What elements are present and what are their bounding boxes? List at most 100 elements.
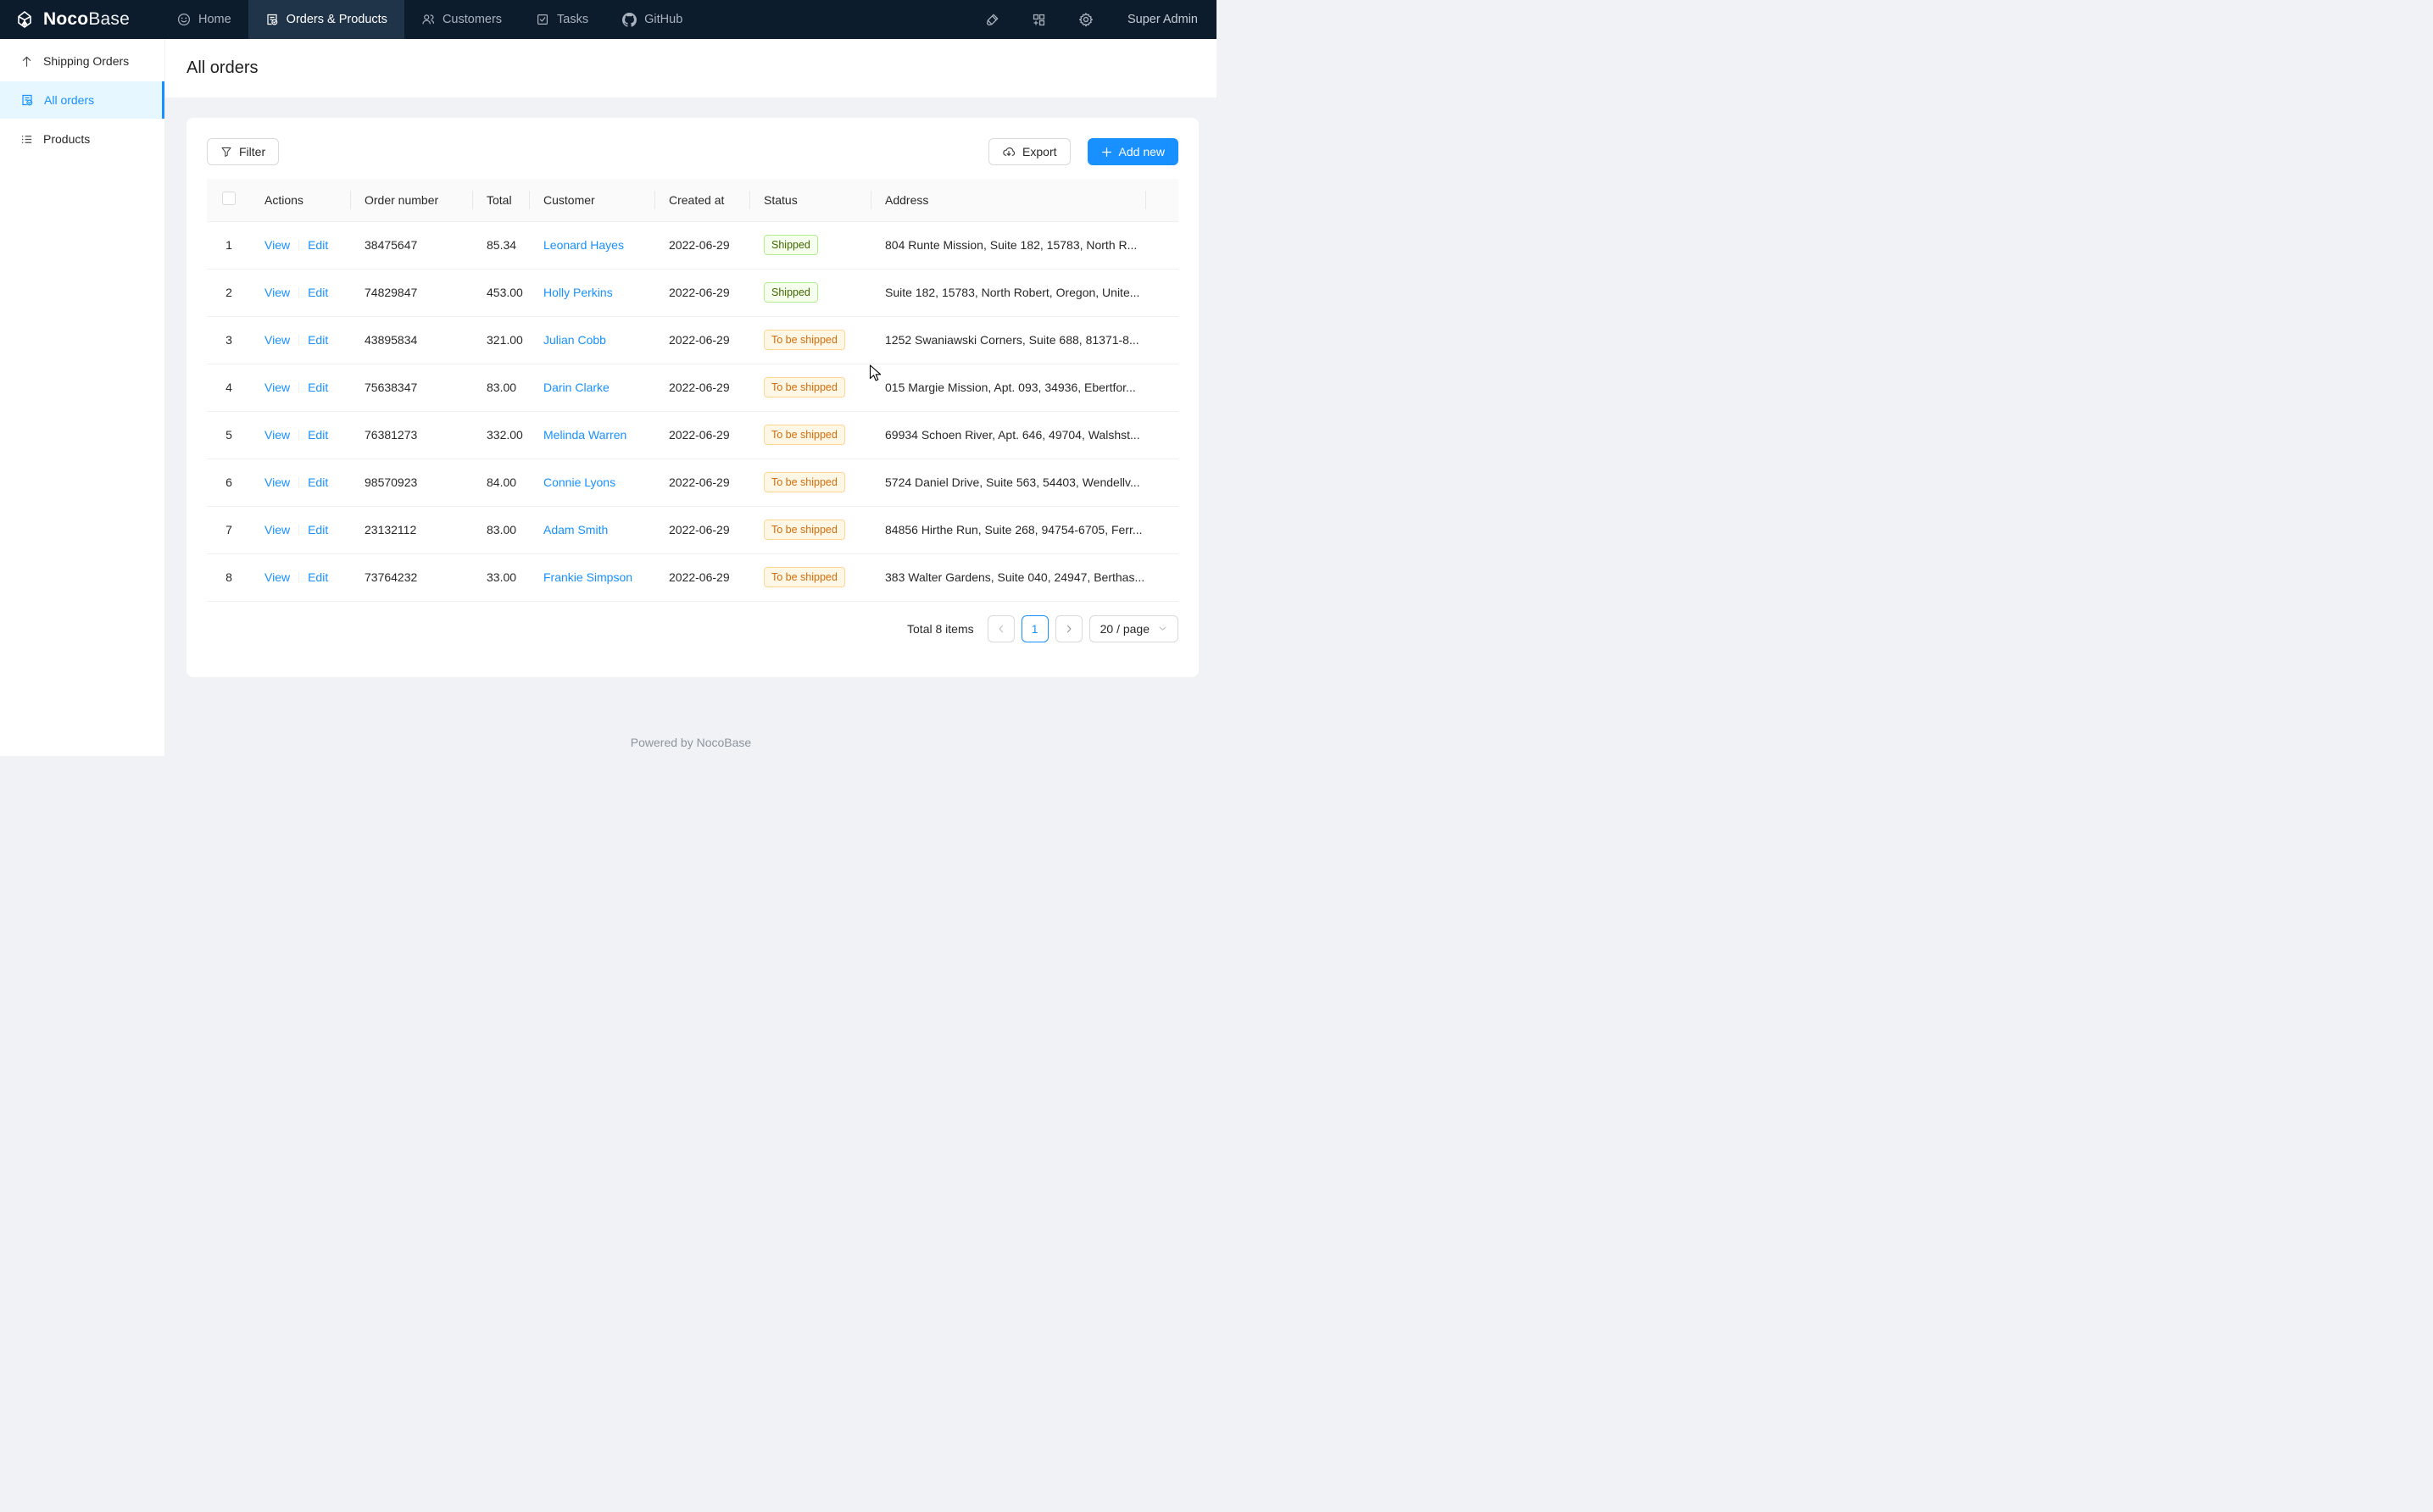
action-divider [298, 334, 299, 346]
action-divider [298, 524, 299, 536]
nav-label: Orders & Products [287, 13, 387, 26]
page-header: All orders [165, 39, 1216, 97]
customer-link[interactable]: Connie Lyons [543, 475, 615, 489]
customer-link[interactable]: Leonard Hayes [543, 238, 624, 252]
table-toolbar: Filter Export [207, 138, 1178, 165]
view-link[interactable]: View [264, 523, 290, 536]
row-index: 3 [207, 316, 251, 364]
cloud-download-icon [1002, 145, 1016, 158]
sidebar-item-label: Shipping Orders [43, 54, 129, 68]
column-header-customer: Customer [530, 179, 655, 221]
view-link[interactable]: View [264, 381, 290, 394]
customer-link[interactable]: Melinda Warren [543, 428, 626, 442]
edit-link[interactable]: Edit [308, 381, 328, 394]
sidebar-item-products[interactable]: Products [0, 120, 164, 158]
created-at-cell: 2022-06-29 [655, 411, 750, 459]
github-icon [622, 13, 637, 27]
filter-button[interactable]: Filter [207, 138, 279, 165]
export-button[interactable]: Export [988, 138, 1070, 165]
edit-link[interactable]: Edit [308, 238, 328, 252]
status-badge: To be shipped [764, 377, 845, 397]
created-at-cell: 2022-06-29 [655, 459, 750, 506]
order-number-cell: 23132112 [351, 506, 473, 553]
ui-editor-icon[interactable] [1032, 13, 1046, 27]
nav-item-tasks[interactable]: Tasks [519, 0, 605, 39]
column-header-created-at: Created at [655, 179, 750, 221]
chevron-down-icon [1158, 624, 1167, 633]
next-page-button[interactable] [1055, 615, 1083, 642]
highlighter-icon[interactable] [985, 13, 999, 27]
total-cell: 33.00 [473, 553, 530, 601]
filter-icon [220, 146, 232, 158]
edit-link[interactable]: Edit [308, 286, 328, 299]
table-row: 7 ViewEdit 23132112 83.00 Adam Smith 202… [207, 506, 1178, 553]
chevron-right-icon [1064, 624, 1074, 634]
customer-link[interactable]: Frankie Simpson [543, 570, 632, 584]
plus-icon [1101, 147, 1112, 158]
sidebar-item-all-orders[interactable]: All orders [0, 81, 164, 119]
edit-link[interactable]: Edit [308, 570, 328, 584]
nav-item-home[interactable]: Home [160, 0, 248, 39]
column-header-address: Address [871, 179, 1146, 221]
sidebar-item-shipping-orders[interactable]: Shipping Orders [0, 42, 164, 80]
select-all-checkbox[interactable] [222, 192, 236, 205]
row-index: 5 [207, 411, 251, 459]
column-header-trailing [1146, 179, 1178, 221]
customer-link[interactable]: Darin Clarke [543, 381, 610, 394]
view-link[interactable]: View [264, 238, 290, 252]
row-index: 6 [207, 459, 251, 506]
sidebar-item-label: All orders [44, 93, 94, 107]
status-badge: Shipped [764, 235, 818, 255]
user-menu[interactable]: Super Admin [1127, 13, 1198, 26]
order-check-icon [265, 13, 279, 26]
row-index: 1 [207, 221, 251, 269]
powered-by-footer: Powered by NocoBase [165, 736, 1216, 749]
total-cell: 83.00 [473, 506, 530, 553]
edit-link[interactable]: Edit [308, 523, 328, 536]
status-badge: Shipped [764, 282, 818, 303]
page-size-select[interactable]: 20 / page [1089, 615, 1178, 642]
address-cell: 69934 Schoen River, Apt. 646, 49704, Wal… [871, 411, 1146, 459]
address-cell: Suite 182, 15783, North Robert, Oregon, … [871, 269, 1146, 316]
pagination: Total 8 items 1 [207, 615, 1178, 642]
settings-icon[interactable] [1078, 12, 1094, 27]
created-at-cell: 2022-06-29 [655, 553, 750, 601]
customer-link[interactable]: Holly Perkins [543, 286, 613, 299]
total-cell: 84.00 [473, 459, 530, 506]
status-badge: To be shipped [764, 425, 845, 445]
total-cell: 321.00 [473, 316, 530, 364]
arrow-up-icon [20, 55, 33, 68]
status-badge: To be shipped [764, 472, 845, 492]
view-link[interactable]: View [264, 428, 290, 442]
nav-label: Tasks [557, 13, 588, 26]
edit-link[interactable]: Edit [308, 428, 328, 442]
trailing-cell [1146, 553, 1178, 601]
address-cell: 84856 Hirthe Run, Suite 268, 94754-6705,… [871, 506, 1146, 553]
edit-link[interactable]: Edit [308, 475, 328, 489]
address-cell: 015 Margie Mission, Apt. 093, 34936, Ebe… [871, 364, 1146, 411]
chevron-left-icon [996, 624, 1006, 634]
customer-link[interactable]: Adam Smith [543, 523, 608, 536]
table-header-row: Actions Order number Total Customer Crea… [207, 179, 1178, 221]
total-cell: 85.34 [473, 221, 530, 269]
created-at-cell: 2022-06-29 [655, 316, 750, 364]
add-new-button[interactable]: Add new [1088, 138, 1178, 165]
total-cell: 83.00 [473, 364, 530, 411]
edit-link[interactable]: Edit [308, 333, 328, 347]
prev-page-button[interactable] [988, 615, 1015, 642]
page-1-button[interactable]: 1 [1022, 615, 1049, 642]
view-link[interactable]: View [264, 475, 290, 489]
trailing-cell [1146, 459, 1178, 506]
view-link[interactable]: View [264, 333, 290, 347]
action-divider [298, 286, 299, 298]
orders-card: Filter Export [187, 118, 1199, 677]
nocobase-logo[interactable]: NocoBase [0, 0, 138, 39]
view-link[interactable]: View [264, 570, 290, 584]
nav-item-customers[interactable]: Customers [404, 0, 519, 39]
customer-link[interactable]: Julian Cobb [543, 333, 606, 347]
order-check-icon [20, 93, 34, 107]
trailing-cell [1146, 316, 1178, 364]
nav-item-orders-products[interactable]: Orders & Products [248, 0, 404, 39]
view-link[interactable]: View [264, 286, 290, 299]
nav-item-github[interactable]: GitHub [605, 0, 699, 39]
